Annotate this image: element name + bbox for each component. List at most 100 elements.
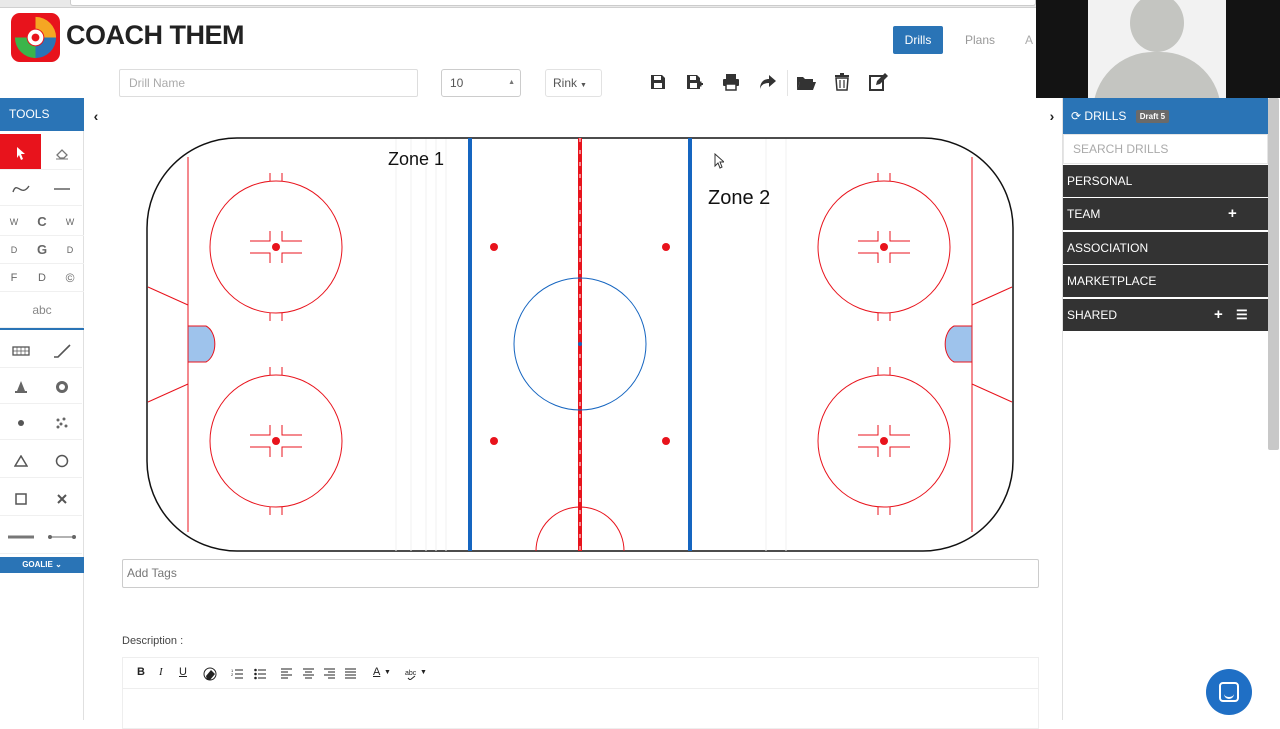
chat-support-button[interactable] <box>1206 669 1252 715</box>
save-icon[interactable] <box>648 72 668 92</box>
coach-them-logo <box>11 13 60 62</box>
cone-icon <box>14 380 27 393</box>
straight-line-tool[interactable] <box>41 170 82 206</box>
tire-tool[interactable] <box>41 368 82 404</box>
stick-icon <box>53 343 71 358</box>
category-association[interactable]: ASSOCIATION <box>1063 232 1268 264</box>
pointer-icon <box>16 146 25 160</box>
zone-2-label[interactable]: Zone 2 <box>708 187 770 210</box>
select-tool[interactable] <box>0 134 41 170</box>
circle-tool[interactable] <box>41 442 82 478</box>
url-field[interactable] <box>70 0 1036 6</box>
pucks-tool[interactable] <box>41 404 82 440</box>
hockey-rink-canvas[interactable] <box>146 137 1014 552</box>
draft-badge[interactable]: Draft 5 <box>1135 110 1170 124</box>
drills-panel: ⟳ DRILLS Draft 5 SEARCH DRILLS PERSONAL … <box>1062 98 1280 720</box>
open-folder-icon[interactable] <box>796 72 816 92</box>
add-icon[interactable]: + <box>1228 198 1237 230</box>
stick-tool[interactable] <box>41 332 82 368</box>
curve-line-tool[interactable] <box>0 170 41 206</box>
zone-1-label[interactable]: Zone 1 <box>388 149 444 170</box>
share-icon[interactable] <box>758 72 778 92</box>
chat-icon <box>1219 682 1239 702</box>
category-team[interactable]: TEAM + <box>1063 198 1268 230</box>
refresh-icon[interactable]: ⟳ <box>1071 109 1081 123</box>
nav-more[interactable]: A <box>1021 26 1037 54</box>
triangle-icon <box>13 454 28 467</box>
font-color-button[interactable]: A <box>373 666 380 678</box>
drill-name-input[interactable]: Drill Name <box>119 69 418 97</box>
align-right-icon[interactable] <box>324 668 335 679</box>
align-center-icon[interactable] <box>303 668 314 679</box>
category-marketplace[interactable]: MARKETPLACE <box>1063 265 1268 297</box>
surface-value: Rink <box>553 76 578 90</box>
align-justify-icon[interactable] <box>345 668 356 679</box>
triangle-tool[interactable] <box>0 442 41 478</box>
caret-down-icon: ▼ <box>580 82 587 89</box>
pass-line-tool[interactable] <box>41 518 82 554</box>
tags-input[interactable]: Add Tags <box>122 559 1039 588</box>
text-tool[interactable]: abc <box>0 292 84 328</box>
eraser-tool[interactable] <box>41 134 82 170</box>
page-scrollbar[interactable] <box>1268 98 1279 450</box>
print-icon[interactable] <box>721 72 741 92</box>
square-tool[interactable] <box>0 480 41 516</box>
nav-drills[interactable]: Drills <box>893 26 943 54</box>
edit-icon[interactable] <box>868 72 888 92</box>
save-as-icon[interactable] <box>684 72 704 92</box>
add-icon[interactable]: + <box>1214 299 1223 331</box>
player-w-left-tool[interactable]: W <box>0 208 28 236</box>
player-d-tool[interactable]: D <box>28 264 56 292</box>
expand-drills-chevron-icon[interactable]: › <box>1042 104 1062 128</box>
search-drills-input[interactable]: SEARCH DRILLS <box>1063 134 1268 164</box>
spellcheck-caret-icon[interactable]: ▼ <box>420 669 427 676</box>
puck-tool[interactable] <box>0 404 41 440</box>
bullet-list-icon[interactable] <box>254 668 266 680</box>
coach-tool[interactable]: © <box>56 264 84 292</box>
player-w-right-tool[interactable]: W <box>56 208 84 236</box>
align-left-icon[interactable] <box>281 668 292 679</box>
tire-icon <box>55 380 68 393</box>
surface-select[interactable]: Rink ▼ <box>545 69 602 97</box>
italic-button[interactable]: I <box>159 666 163 678</box>
bold-button[interactable]: B <box>137 666 145 678</box>
player-f-tool[interactable]: F <box>0 264 28 292</box>
list-icon[interactable]: ☰ <box>1236 299 1248 331</box>
chevron-down-icon: ⌄ <box>55 560 62 569</box>
tools-panel: TOOLS W C W D G D F D © abc GOALIE ⌄ <box>0 98 84 720</box>
nav-plans[interactable]: Plans <box>955 26 1005 54</box>
category-label: TEAM <box>1067 207 1101 221</box>
goalie-label: GOALIE <box>22 560 53 569</box>
pass-line-icon <box>47 534 76 539</box>
webcam-avatar <box>1088 0 1226 98</box>
tools-divider <box>0 328 84 330</box>
underline-button[interactable]: U <box>179 666 187 678</box>
player-d-right-tool[interactable]: D <box>56 236 84 264</box>
category-shared[interactable]: SHARED + ☰ <box>1063 299 1268 331</box>
thick-line-icon <box>7 535 34 539</box>
category-label: ASSOCIATION <box>1067 241 1149 255</box>
thick-line-tool[interactable] <box>0 518 41 554</box>
goalie-dropdown[interactable]: GOALIE ⌄ <box>0 557 84 573</box>
description-editor[interactable] <box>122 689 1039 729</box>
player-d-left-tool[interactable]: D <box>0 236 28 264</box>
drills-header: ⟳ DRILLS Draft 5 <box>1063 98 1268 134</box>
category-personal[interactable]: PERSONAL <box>1063 165 1268 197</box>
ordered-list-icon[interactable]: 12 <box>231 668 243 680</box>
font-color-caret-icon[interactable]: ▼ <box>384 669 391 676</box>
player-count-select[interactable]: 10 ▲ <box>441 69 521 97</box>
player-c-tool[interactable]: C <box>28 208 56 236</box>
cone-tool[interactable] <box>0 368 41 404</box>
player-g-tool[interactable]: G <box>28 236 56 264</box>
x-icon <box>56 493 67 504</box>
trash-icon[interactable] <box>832 72 852 92</box>
net-tool[interactable] <box>0 332 41 368</box>
clear-format-icon[interactable] <box>203 667 217 681</box>
toolbar-divider <box>787 70 788 96</box>
x-marker-tool[interactable] <box>41 480 82 516</box>
collapse-tools-chevron-icon[interactable]: ‹ <box>86 104 106 128</box>
square-icon <box>14 492 27 505</box>
player-count-value: 10 <box>450 76 464 90</box>
category-label: MARKETPLACE <box>1067 274 1157 288</box>
spellcheck-icon[interactable]: abc <box>405 668 419 680</box>
